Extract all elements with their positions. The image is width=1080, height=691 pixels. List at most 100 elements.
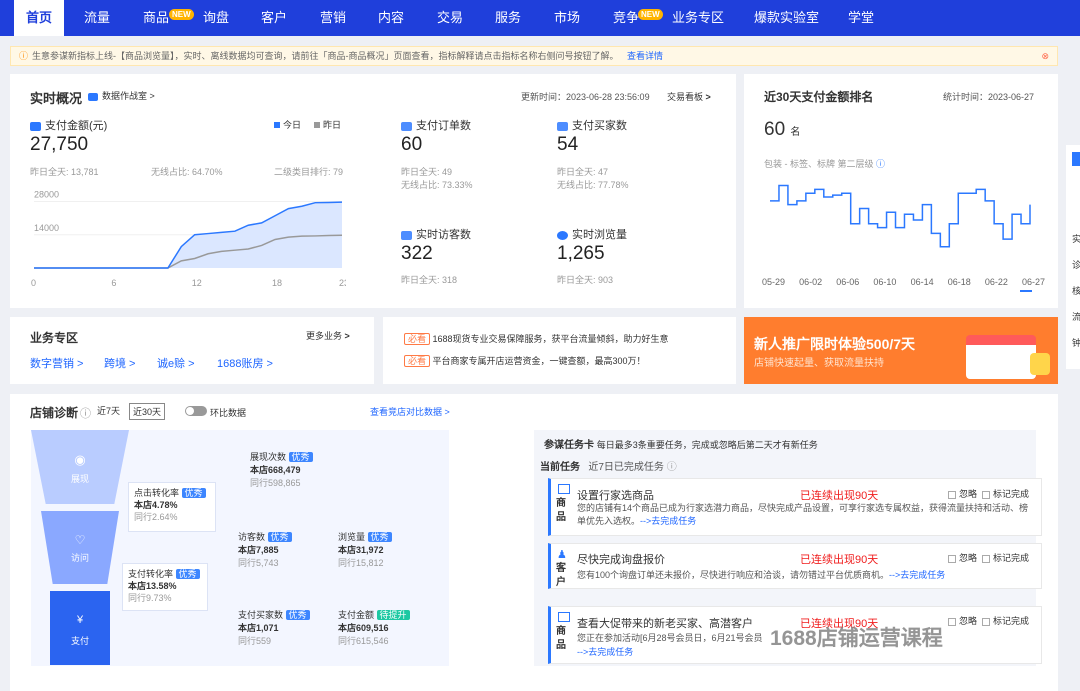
compare-link[interactable]: 查看竞店对比数据 >	[370, 405, 450, 418]
x-tick-label: 06-22	[985, 277, 1008, 287]
mark-done-checkbox[interactable]	[982, 490, 991, 499]
must-see-item[interactable]: 必看 1688现货专业交易保障服务，获平台流量倾斜，助力好生意	[404, 332, 669, 345]
task-name: 查看大促带来的新老买家、高潜客户	[577, 618, 753, 630]
tab-7-days[interactable]: 近7天	[94, 403, 123, 418]
task-link[interactable]: -->去完成任务	[889, 570, 945, 580]
pageviews-value: 1,265	[557, 243, 605, 264]
task-name: 尽快完成询盘报价	[577, 554, 665, 566]
notice-bar: ⓘ 生意参谋新指标上线-【商品浏览量】，实时、离线数据均可查询，请前往「商品-商品…	[10, 46, 1058, 66]
diag-visitors-tag: 优秀	[267, 532, 292, 542]
task-desc-text: 您正在参加活动[6月28号会员日，6月21号会员	[577, 633, 763, 643]
realtime-card: 实时概况 数据作战室 > 更新时间：2023-06-28 23:56:09 交易…	[10, 74, 736, 308]
task-header: 参谋任务卡 每日最多3条重要任务，完成或忽略后第二天才有新任务	[544, 436, 818, 451]
mark-done-checkbox[interactable]	[982, 554, 991, 563]
side-label[interactable]: 实	[1072, 226, 1080, 252]
nav-competition[interactable]: 竞争	[613, 0, 639, 36]
payment-rank: 二级类目排行: 79	[274, 167, 344, 177]
nav-market[interactable]: 市场	[554, 0, 580, 36]
nav-business-zone[interactable]: 业务专区	[672, 0, 724, 36]
eye-icon: ◉	[74, 452, 86, 467]
tab-completed-tasks[interactable]: 近7日已完成任务	[588, 462, 664, 473]
biz-link-credit[interactable]: 诚e赊 >	[157, 355, 195, 371]
nav-service[interactable]: 服务	[495, 0, 521, 36]
nav-academy[interactable]: 学堂	[848, 0, 874, 36]
new-badge: NEW	[169, 9, 194, 20]
biz-link-crossborder[interactable]: 跨境 >	[104, 355, 135, 371]
buyers-label-wrap: 支付买家数	[557, 117, 627, 133]
promo-title: 新人推广限时体验500/7天	[754, 336, 916, 352]
click-rate-label: 点击转化率	[134, 488, 180, 498]
click-rate-store: 本店4.78%	[134, 500, 178, 510]
mark-done-label: 标记完成	[993, 553, 1030, 563]
nav-hot-lab[interactable]: 爆款实验室	[754, 0, 819, 36]
nav-inquiry[interactable]: 询盘	[203, 0, 229, 36]
nav-marketing[interactable]: 营销	[320, 0, 346, 36]
impressions-store: 本店668,479	[250, 465, 301, 475]
y-tick-label: 14000	[34, 223, 59, 233]
ignore-label: 忽略	[959, 553, 978, 563]
impressions-tag: 优秀	[288, 452, 313, 462]
side-label[interactable]: 钟	[1072, 330, 1080, 356]
impressions-metric: 展现次数 优秀 本店668,479 同行598,865	[250, 451, 313, 490]
close-icon[interactable]: ⊗	[1041, 47, 1049, 65]
diag-amount-label: 支付金额	[338, 610, 375, 620]
x-tick-label: 06-14	[911, 277, 934, 287]
amount-metric: 支付金额 待提升 本店609,516 同行615,546	[338, 609, 410, 648]
nav-home[interactable]: 首页	[14, 0, 64, 36]
notice-link[interactable]: 查看详情	[627, 51, 663, 61]
must-see-item[interactable]: 必看 平台商家专属开店运营资金，一键查额，最高300万！	[404, 354, 646, 367]
nav-customer[interactable]: 客户	[261, 0, 287, 36]
ignore-label: 忽略	[959, 616, 978, 626]
nav-traffic[interactable]: 流量	[84, 0, 110, 36]
war-room-link[interactable]: 数据作战室 >	[88, 89, 155, 102]
person-icon: ♟	[557, 549, 567, 561]
ignore-checkbox[interactable]	[948, 617, 956, 626]
tab-30-days[interactable]: 近30天	[129, 403, 166, 420]
must-see-tag: 必看	[404, 355, 431, 367]
shop-illustration	[966, 335, 1036, 379]
diag-amount-tag: 待提升	[376, 610, 410, 620]
impressions-peer: 同行598,865	[250, 478, 301, 488]
task-actions: 忽略 标记完成	[948, 551, 1029, 564]
side-label[interactable]: 核	[1072, 278, 1080, 304]
task-link[interactable]: -->去完成任务	[640, 516, 696, 526]
trade-board-label: 交易看板	[667, 92, 704, 102]
visitors-value: 322	[401, 243, 433, 264]
diag-buyers-tag: 优秀	[285, 610, 310, 620]
x-tick-label: 05-29	[762, 277, 785, 287]
mark-done-checkbox[interactable]	[982, 617, 991, 626]
promo-banner[interactable]: 新人推广限时体验500/7天 店铺快速起量、获取流量扶持	[744, 317, 1058, 384]
task-category: 客户	[556, 563, 566, 588]
biz-link-account[interactable]: 1688账房 >	[217, 355, 273, 371]
side-icon[interactable]	[1072, 152, 1080, 166]
task-actions: 忽略 标记完成	[948, 487, 1029, 500]
side-label[interactable]: 流	[1072, 304, 1080, 330]
x-tick-label: 12	[192, 278, 202, 288]
payment-yesterday: 昨日全天: 13,781	[30, 167, 99, 177]
diag-amount-peer: 同行615,546	[338, 636, 389, 646]
nav-content[interactable]: 内容	[378, 0, 404, 36]
help-icon[interactable]: ⓘ	[80, 405, 91, 421]
x-tick-label: 06-02	[799, 277, 822, 287]
pageviews-label: 实时浏览量	[572, 229, 627, 241]
rank-card: 近30天支付金额排名 统计时间：2023-06-27 60 名 包装 - 标签、…	[744, 74, 1058, 308]
task-link[interactable]: -->去完成任务	[577, 647, 633, 657]
more-business-link[interactable]: 更多业务 >	[306, 329, 350, 342]
must-see-card: 必看 1688现货专业交易保障服务，获平台流量倾斜，助力好生意 必看 平台商家专…	[383, 317, 736, 384]
task-category: 商品	[556, 498, 566, 523]
nav-product[interactable]: 商品	[143, 0, 169, 36]
ignore-checkbox[interactable]	[948, 490, 956, 499]
nav-trade[interactable]: 交易	[437, 0, 463, 36]
biz-link-digital[interactable]: 数字营销 >	[30, 355, 83, 371]
gift-icon	[1030, 353, 1050, 375]
ignore-checkbox[interactable]	[948, 554, 956, 563]
task-desc-text: 您有100个询盘订单还未报价，尽快进行响应和洽谈，请勿错过平台优质商机。	[577, 570, 890, 580]
side-labels: 实 诊 核 流 钟	[1072, 226, 1080, 356]
x-tick-label: 06-10	[873, 277, 896, 287]
promo-sub: 店铺快速起量、获取流量扶持	[754, 358, 884, 369]
task-title: 参谋任务卡	[544, 440, 594, 451]
compare-toggle[interactable]	[185, 406, 207, 416]
trade-board-link[interactable]: 交易看板 >	[667, 90, 711, 103]
tab-current-tasks[interactable]: 当前任务	[540, 462, 580, 473]
side-label[interactable]: 诊	[1072, 252, 1080, 278]
